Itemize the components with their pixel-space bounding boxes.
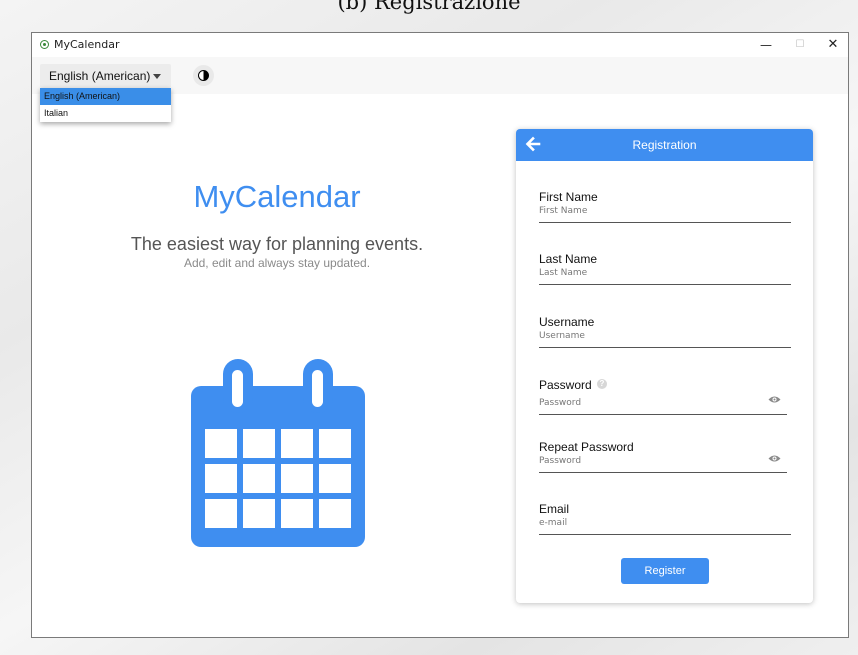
language-select-value: English (American) xyxy=(49,69,151,83)
eye-icon[interactable] xyxy=(768,395,781,404)
app-subtitle: The easiest way for planning events. xyxy=(130,234,424,254)
email-label: Email xyxy=(539,502,570,516)
last-name-group: Last Name Last Name xyxy=(539,252,791,285)
last-name-label: Last Name xyxy=(539,252,598,266)
window-title: MyCalendar xyxy=(54,38,120,51)
theme-toggle-button[interactable] xyxy=(193,65,214,86)
email-group: Email e-mail xyxy=(539,502,791,535)
title-bar: MyCalendar — ☐ ✕ xyxy=(32,33,848,57)
password-input[interactable]: Password xyxy=(539,395,787,415)
app-tagline: Add, edit and always stay updated. xyxy=(183,256,371,270)
language-option-english[interactable]: English (American) xyxy=(40,88,171,105)
language-dropdown: English (American) Italian xyxy=(40,88,171,122)
maximize-button[interactable]: ☐ xyxy=(788,36,812,54)
username-group: Username Username xyxy=(539,315,791,348)
registration-title: Registration xyxy=(632,138,697,152)
password-label: Password xyxy=(539,378,592,392)
last-name-input[interactable]: Last Name xyxy=(539,265,791,285)
calendar-icon xyxy=(191,359,365,547)
first-name-label: First Name xyxy=(539,190,598,204)
contrast-icon xyxy=(198,70,209,81)
register-button[interactable]: Register xyxy=(621,558,709,584)
close-button[interactable]: ✕ xyxy=(821,36,845,54)
registration-header: Registration xyxy=(516,129,813,161)
help-icon[interactable]: ? xyxy=(597,379,607,389)
language-option-italian[interactable]: Italian xyxy=(40,105,171,122)
first-name-input[interactable]: First Name xyxy=(539,203,791,223)
minimize-button[interactable]: — xyxy=(754,36,778,54)
figure-caption: (b) Registrazione xyxy=(337,0,521,14)
app-title: MyCalendar xyxy=(193,179,361,214)
eye-icon[interactable] xyxy=(768,454,781,463)
repeat-password-input[interactable]: Password xyxy=(539,453,787,473)
registration-card: Registration First Name First Name Last … xyxy=(516,129,813,603)
app-logo-icon xyxy=(40,40,49,49)
repeat-password-label: Repeat Password xyxy=(539,440,634,454)
language-select[interactable]: English (American) xyxy=(40,64,171,88)
chevron-down-icon xyxy=(153,74,161,79)
first-name-group: First Name First Name xyxy=(539,190,791,223)
repeat-password-group: Repeat Password Password xyxy=(539,440,791,476)
username-label: Username xyxy=(539,315,595,329)
password-group: Password ? Password xyxy=(539,378,791,415)
email-input[interactable]: e-mail xyxy=(539,515,791,535)
app-window: MyCalendar — ☐ ✕ English (American) Engl… xyxy=(31,32,849,638)
username-input[interactable]: Username xyxy=(539,328,791,348)
